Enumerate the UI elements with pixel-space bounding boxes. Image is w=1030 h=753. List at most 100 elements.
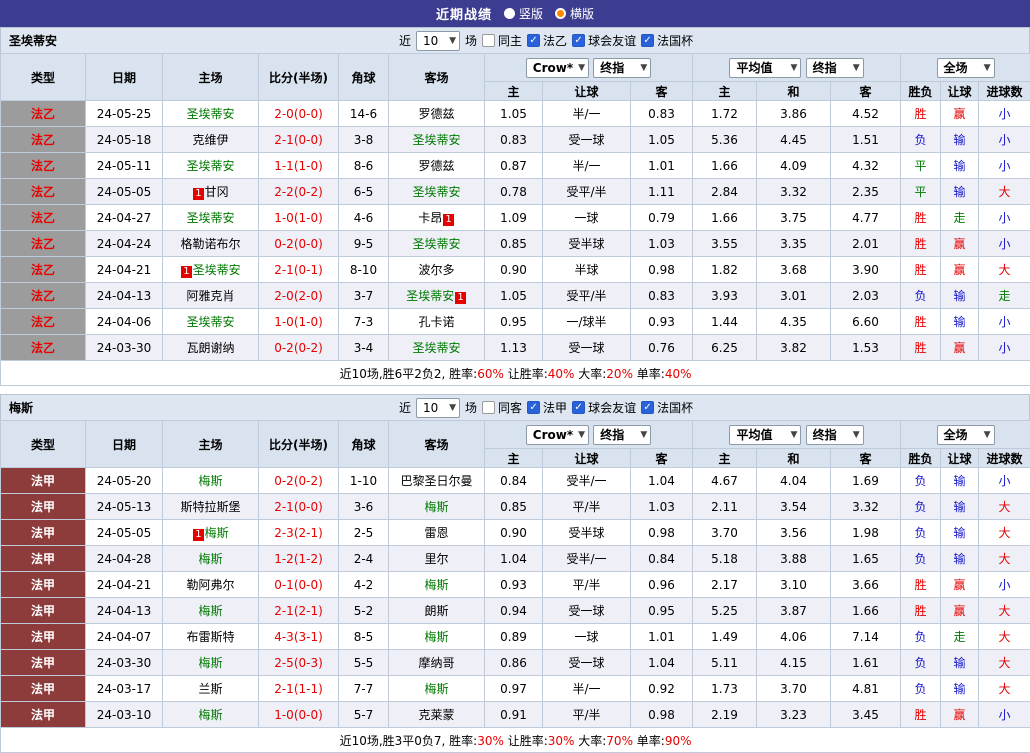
result-goals-cell: 小 xyxy=(979,101,1030,127)
team-name: 孔卡诺 xyxy=(418,315,454,329)
filter-checkbox-cup[interactable]: ✓ 法国杯 xyxy=(641,399,693,416)
team-name: 圣埃蒂安 xyxy=(186,107,234,121)
match-row: 法乙24-05-11圣埃蒂安1-1(1-0)8-6罗德兹0.87半/一1.011… xyxy=(1,153,1030,179)
result-goals-cell: 大 xyxy=(979,624,1030,650)
summary-segment: 大率: xyxy=(574,367,606,381)
layout-radio-vertical[interactable]: 竖版 xyxy=(504,5,543,22)
score-cell: 4-3(3-1) xyxy=(259,624,339,650)
summary-segment: 40% xyxy=(665,367,692,381)
team-name: 勒阿弗尔 xyxy=(186,578,234,592)
filter-checkbox-cup[interactable]: ✓ 法国杯 xyxy=(641,32,693,49)
odds-home-cell: 0.85 xyxy=(485,494,543,520)
odds-time-select[interactable]: 终指▼ xyxy=(593,58,651,78)
filter-checkbox-friendly[interactable]: ✓ 球会友谊 xyxy=(572,399,636,416)
result-handicap-cell: 赢 xyxy=(941,335,979,361)
summary-segment: 90% xyxy=(665,734,692,748)
filter-checkbox-same-away[interactable]: 同客 xyxy=(482,399,522,416)
avg-draw-cell: 4.09 xyxy=(757,153,831,179)
team-name: 圣埃蒂安 xyxy=(412,185,460,199)
layout-radio-horizontal[interactable]: 横版 xyxy=(555,5,594,22)
league-cell: 法乙 xyxy=(1,257,86,283)
result-handicap-cell: 输 xyxy=(941,676,979,702)
handicap-cell: 半/一 xyxy=(543,676,631,702)
score-cell: 1-2(1-2) xyxy=(259,546,339,572)
team-name: 雷恩 xyxy=(424,526,448,540)
bookmaker-select[interactable]: Crow*▼ xyxy=(526,425,589,445)
section-bar-saint-etienne: 圣埃蒂安 近 10▼ 场 同主 ✓ 法乙 ✓ 球会友谊 ✓ 法国杯 xyxy=(0,27,1030,53)
avg-away-cell: 2.03 xyxy=(831,283,901,309)
filter-prefix-label: 近 xyxy=(399,399,411,416)
sub-header: 让球 xyxy=(941,82,979,101)
odds-home-cell: 0.91 xyxy=(485,702,543,728)
match-row: 法乙24-05-18克维伊2-1(0-0)3-8圣埃蒂安0.83受一球1.055… xyxy=(1,127,1030,153)
checkbox-icon xyxy=(482,401,495,414)
filter-checkbox-friendly[interactable]: ✓ 球会友谊 xyxy=(572,32,636,49)
odds-away-cell: 0.98 xyxy=(631,257,693,283)
home-team-cell: 1梅斯 xyxy=(163,520,259,546)
col-header-home: 主场 xyxy=(163,421,259,468)
filter-checkbox-same-home[interactable]: 同主 xyxy=(482,32,522,49)
average-select[interactable]: 平均值▼ xyxy=(729,58,801,78)
corner-cell: 4-2 xyxy=(339,572,389,598)
home-team-cell: 斯特拉斯堡 xyxy=(163,494,259,520)
bookmaker-select[interactable]: Crow*▼ xyxy=(526,58,589,78)
avg-home-cell: 1.82 xyxy=(693,257,757,283)
corner-cell: 5-7 xyxy=(339,702,389,728)
avg-away-cell: 7.14 xyxy=(831,624,901,650)
avg-home-cell: 2.17 xyxy=(693,572,757,598)
checkbox-icon xyxy=(482,34,495,47)
score-cell: 1-0(1-0) xyxy=(259,205,339,231)
summary-segment: 30% xyxy=(477,734,504,748)
odds-away-cell: 0.98 xyxy=(631,702,693,728)
avg-draw-cell: 3.56 xyxy=(757,520,831,546)
team-name: 克莱蒙 xyxy=(418,708,454,722)
sub-header: 客 xyxy=(631,82,693,101)
average-time-select[interactable]: 终指▼ xyxy=(806,58,864,78)
fulltime-select[interactable]: 全场▼ xyxy=(937,58,995,78)
away-team-cell: 梅斯 xyxy=(389,572,485,598)
result-wdl-cell: 胜 xyxy=(901,598,941,624)
avg-home-cell: 1.66 xyxy=(693,153,757,179)
red-card-badge: 1 xyxy=(443,214,453,226)
average-select[interactable]: 平均值▼ xyxy=(729,425,801,445)
avg-draw-cell: 3.68 xyxy=(757,257,831,283)
stats-summary: 近10场,胜6平2负2, 胜率:60% 让胜率:40% 大率:20% 单率:40… xyxy=(1,361,1030,386)
avg-away-cell: 3.66 xyxy=(831,572,901,598)
col-header-type: 类型 xyxy=(1,54,86,101)
match-count-select[interactable]: 10▼ xyxy=(416,398,460,418)
team-name: 格勒诺布尔 xyxy=(180,237,240,251)
date-cell: 24-05-05 xyxy=(86,179,163,205)
result-goals-cell: 小 xyxy=(979,127,1030,153)
result-handicap-cell: 走 xyxy=(941,624,979,650)
avg-away-cell: 4.81 xyxy=(831,676,901,702)
summary-row: 近10场,胜6平2负2, 胜率:60% 让胜率:40% 大率:20% 单率:40… xyxy=(1,361,1030,386)
result-wdl-cell: 负 xyxy=(901,624,941,650)
date-cell: 24-04-06 xyxy=(86,309,163,335)
avg-away-cell: 1.51 xyxy=(831,127,901,153)
odds-home-cell: 1.09 xyxy=(485,205,543,231)
home-team-cell: 克维伊 xyxy=(163,127,259,153)
result-goals-cell: 小 xyxy=(979,309,1030,335)
avg-home-cell: 3.70 xyxy=(693,520,757,546)
average-time-select[interactable]: 终指▼ xyxy=(806,425,864,445)
odds-header-cell: Crow*▼ 终指▼ xyxy=(485,421,693,449)
date-cell: 24-05-18 xyxy=(86,127,163,153)
odds-away-cell: 1.03 xyxy=(631,231,693,257)
chevron-down-icon: ▼ xyxy=(449,403,456,413)
odds-home-cell: 1.05 xyxy=(485,283,543,309)
league-cell: 法乙 xyxy=(1,153,86,179)
fulltime-select[interactable]: 全场▼ xyxy=(937,425,995,445)
filter-checkbox-league[interactable]: ✓ 法乙 xyxy=(527,32,567,49)
match-count-select[interactable]: 10▼ xyxy=(416,31,460,51)
date-cell: 24-04-27 xyxy=(86,205,163,231)
odds-time-select[interactable]: 终指▼ xyxy=(593,425,651,445)
team-name: 梅斯 xyxy=(424,630,448,644)
league-cell: 法甲 xyxy=(1,520,86,546)
date-cell: 24-04-13 xyxy=(86,283,163,309)
result-wdl-cell: 胜 xyxy=(901,101,941,127)
league-cell: 法乙 xyxy=(1,283,86,309)
handicap-cell: 平/半 xyxy=(543,494,631,520)
filter-checkbox-league[interactable]: ✓ 法甲 xyxy=(527,399,567,416)
corner-cell: 8-6 xyxy=(339,153,389,179)
avg-away-cell: 1.53 xyxy=(831,335,901,361)
